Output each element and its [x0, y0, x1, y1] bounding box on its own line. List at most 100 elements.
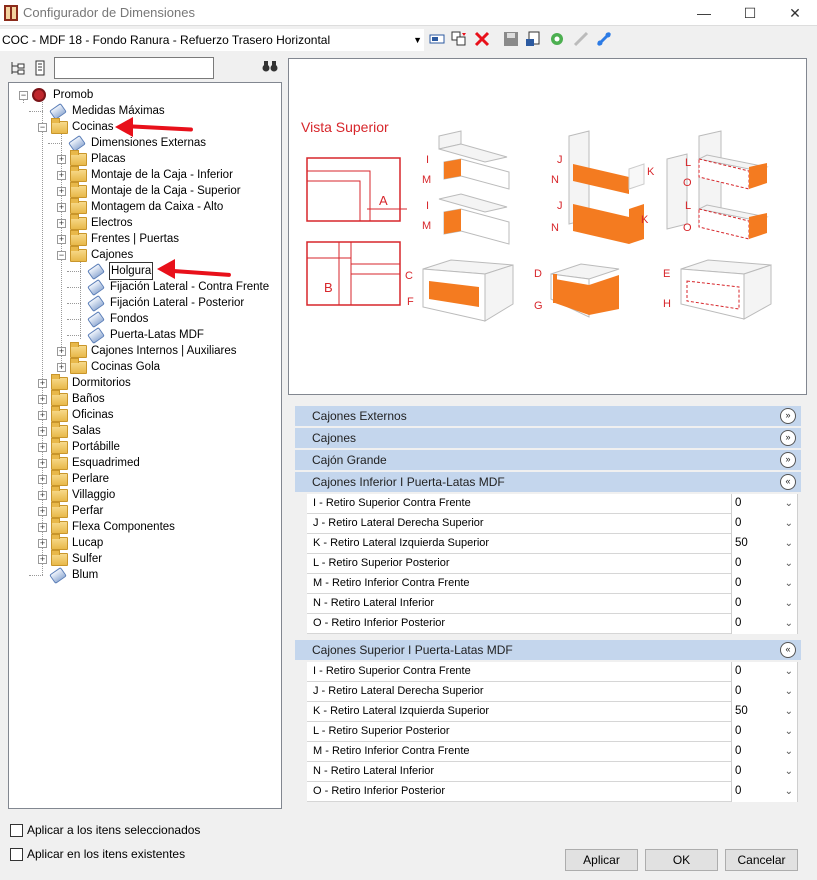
expand-icon[interactable]: + — [57, 203, 66, 212]
expand-icon[interactable]: + — [38, 427, 47, 436]
expand-icon[interactable]: + — [38, 411, 47, 420]
tree-node[interactable]: − Promob — [9, 87, 279, 103]
collapse-icon[interactable]: « — [780, 474, 796, 490]
tree-node[interactable]: + Montagem da Caixa - Alto — [9, 198, 279, 215]
settings-icon[interactable] — [549, 31, 565, 47]
expand-icon[interactable]: + — [57, 187, 66, 196]
disconnect-icon[interactable] — [573, 31, 589, 47]
tree-node[interactable]: + Oficinas — [9, 406, 279, 423]
tree-node[interactable]: + Esquadrimed — [9, 454, 279, 471]
expand-icon[interactable]: » — [780, 452, 796, 468]
text-field-icon[interactable] — [429, 31, 445, 47]
tree-node[interactable]: Fondos — [9, 310, 279, 329]
preset-combo[interactable]: COC - MDF 18 - Fondo Ranura - Refuerzo T… — [0, 29, 424, 51]
tree-node[interactable]: Medidas Máximas — [9, 102, 279, 121]
tree-node[interactable]: Holgura — [9, 262, 279, 281]
save-icon[interactable] — [503, 31, 519, 47]
copy-icon[interactable] — [451, 31, 467, 47]
expand-icon[interactable]: » — [780, 430, 796, 446]
property-value-select[interactable]: 0 ⌄ — [731, 494, 798, 514]
tree-node[interactable]: + Placas — [9, 150, 279, 167]
collapse-icon[interactable]: − — [57, 251, 66, 260]
cancel-button[interactable]: Cancelar — [725, 849, 798, 871]
tree-node[interactable]: + Salas — [9, 422, 279, 439]
maximize-button[interactable]: ☐ — [727, 0, 773, 26]
export-icon[interactable] — [526, 31, 542, 47]
tree-node[interactable]: + Frentes | Puertas — [9, 230, 279, 247]
tree-node[interactable]: − Cajones — [9, 246, 279, 263]
delete-icon[interactable] — [474, 31, 490, 47]
collapse-icon[interactable]: « — [780, 642, 796, 658]
tree-node[interactable]: + Lucap — [9, 534, 279, 551]
tree-node[interactable]: Blum — [9, 566, 279, 585]
section-cajones-superior[interactable]: Cajones Superior I Puerta-Latas MDF « — [295, 640, 801, 660]
ok-button[interactable]: OK — [645, 849, 718, 871]
property-value-select[interactable]: 0 ⌄ — [731, 762, 798, 782]
expand-icon[interactable]: + — [38, 459, 47, 468]
collapse-icon[interactable]: − — [38, 123, 47, 132]
expand-icon[interactable]: » — [780, 408, 796, 424]
tree-node[interactable]: + Baños — [9, 390, 279, 407]
tree-node[interactable]: + Perfar — [9, 502, 279, 519]
minimize-button[interactable]: — — [681, 0, 727, 26]
expand-icon[interactable]: + — [38, 491, 47, 500]
expand-icon[interactable]: + — [57, 155, 66, 164]
tree-node[interactable]: + Electros — [9, 214, 279, 231]
property-value-select[interactable]: 0 ⌄ — [731, 682, 798, 702]
expand-icon[interactable]: + — [38, 395, 47, 404]
expand-icon[interactable]: + — [57, 171, 66, 180]
tree-node[interactable]: Fijación Lateral - Contra Frente — [9, 278, 279, 297]
expand-icon[interactable]: + — [38, 379, 47, 388]
property-value-select[interactable]: 0 ⌄ — [731, 614, 798, 634]
apply-existing-checkbox[interactable] — [10, 848, 23, 861]
expand-icon[interactable]: + — [57, 219, 66, 228]
section-cajon-grande[interactable]: Cajón Grande » — [295, 450, 801, 470]
apply-button[interactable]: Aplicar — [565, 849, 638, 871]
section-cajones[interactable]: Cajones » — [295, 428, 801, 448]
expand-icon[interactable]: + — [57, 347, 66, 356]
property-value-select[interactable]: 0 ⌄ — [731, 782, 798, 802]
apply-selected-checkbox[interactable] — [10, 824, 23, 837]
tree-node[interactable]: Dimensiones Externas — [9, 134, 279, 153]
property-value-select[interactable]: 0 ⌄ — [731, 554, 798, 574]
expand-icon[interactable]: + — [57, 235, 66, 244]
expand-icon[interactable]: + — [57, 363, 66, 372]
tree-node[interactable]: + Flexa Componentes — [9, 518, 279, 535]
expand-icon[interactable]: + — [38, 523, 47, 532]
tree-view-icon[interactable] — [10, 60, 26, 76]
tree-node[interactable]: + Cocinas Gola — [9, 358, 279, 375]
connect-icon[interactable] — [596, 31, 612, 47]
label-m: M — [422, 220, 431, 232]
property-value-select[interactable]: 0 ⌄ — [731, 574, 798, 594]
tree-node[interactable]: Fijación Lateral - Posterior — [9, 294, 279, 313]
tree-node[interactable]: + Cajones Internos | Auxiliares — [9, 342, 279, 359]
expand-icon[interactable]: + — [38, 555, 47, 564]
tree-node[interactable]: + Montaje de la Caja - Inferior — [9, 166, 279, 183]
close-button[interactable]: ✕ — [772, 0, 817, 26]
list-view-icon[interactable] — [33, 60, 47, 76]
tree-node[interactable]: + Portábille — [9, 438, 279, 455]
tree-node[interactable]: Puerta-Latas MDF — [9, 326, 279, 345]
property-value-select[interactable]: 0 ⌄ — [731, 742, 798, 762]
expand-icon[interactable]: + — [38, 475, 47, 484]
tree-node[interactable]: + Villaggio — [9, 486, 279, 503]
tree-node[interactable]: + Perlare — [9, 470, 279, 487]
tree-node[interactable]: + Montaje de la Caja - Superior — [9, 182, 279, 199]
section-cajones-inferior[interactable]: Cajones Inferior I Puerta-Latas MDF « — [295, 472, 801, 492]
tree-node[interactable]: + Sulfer — [9, 550, 279, 567]
property-value-select[interactable]: 50 ⌄ — [731, 534, 798, 554]
property-value-select[interactable]: 0 ⌄ — [731, 514, 798, 534]
binoculars-icon[interactable] — [262, 59, 278, 73]
expand-icon[interactable]: + — [38, 507, 47, 516]
property-value-select[interactable]: 0 ⌄ — [731, 662, 798, 682]
property-value-select[interactable]: 0 ⌄ — [731, 594, 798, 614]
property-value-select[interactable]: 0 ⌄ — [731, 722, 798, 742]
tree-search-input[interactable] — [54, 57, 214, 79]
tree-node[interactable]: + Dormitorios — [9, 374, 279, 391]
property-value-select[interactable]: 50 ⌄ — [731, 702, 798, 722]
expand-icon[interactable]: + — [38, 443, 47, 452]
collapse-icon[interactable]: − — [19, 91, 28, 100]
tree-node-label: Frentes | Puertas — [91, 233, 179, 245]
section-cajones-externos[interactable]: Cajones Externos » — [295, 406, 801, 426]
expand-icon[interactable]: + — [38, 539, 47, 548]
